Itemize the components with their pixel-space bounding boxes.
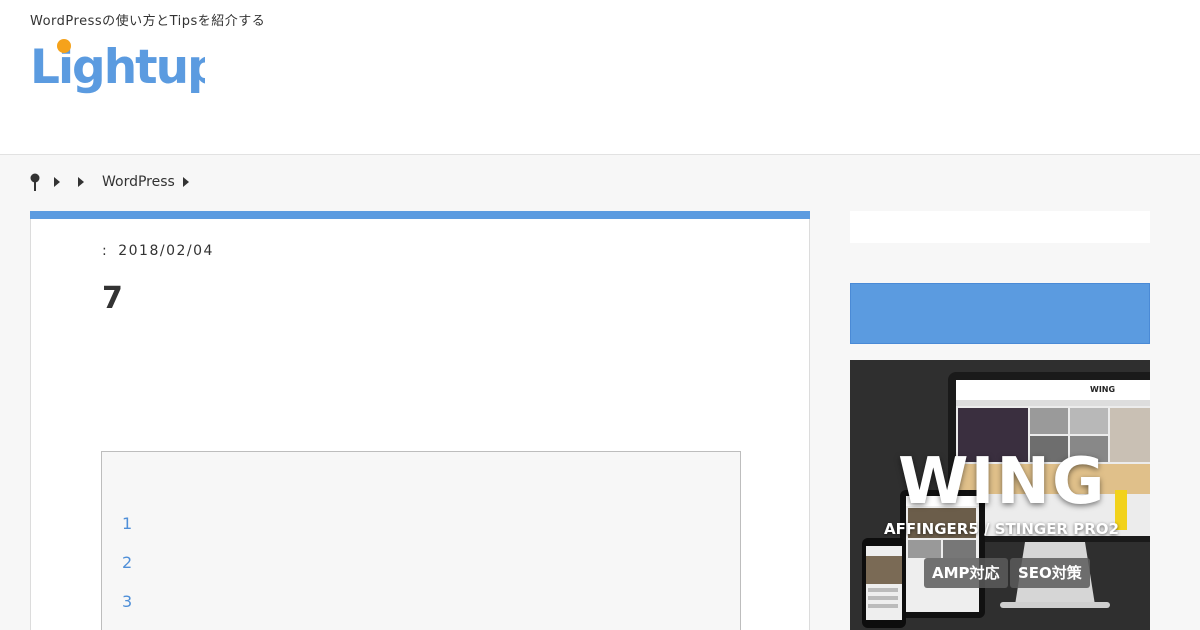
toc-item[interactable]: 1 (122, 514, 132, 533)
breadcrumb-item-wordpress[interactable]: WordPress (102, 174, 175, 190)
site-logo[interactable]: Lightup (30, 37, 205, 97)
chevron-right-icon (182, 177, 189, 187)
toc-item[interactable]: 2 (122, 553, 132, 572)
sidebar-widget-heading (850, 283, 1150, 344)
ad-title: WING (898, 445, 1107, 519)
sidebar-widget-blank (850, 211, 1150, 243)
ad-badge-seo: SEO対策 (1010, 558, 1090, 588)
post-date-value: 2018/02/04 (118, 243, 214, 259)
logo-dot (57, 39, 71, 53)
site-header: WordPressの使い方とTipsを紹介する Lightup (0, 0, 1200, 155)
card-accent-bar (30, 211, 810, 219)
logo-text: Lightup (30, 40, 205, 95)
site-tagline: WordPressの使い方とTipsを紹介する (30, 14, 266, 29)
post-date: : 2018/02/04 (102, 243, 214, 259)
post-date-label: : (102, 243, 109, 259)
home-pin-icon[interactable] (30, 173, 40, 191)
sidebar-ad-banner[interactable]: WING WING AFFINGER5 / STINGER PRO2 AMP対応… (850, 360, 1150, 630)
ad-screen-site-name: WING (1090, 385, 1115, 394)
breadcrumb: WordPress (30, 172, 207, 192)
table-of-contents: 1 2 3 (101, 451, 741, 630)
ad-subtitle: AFFINGER5 / STINGER PRO2 (884, 520, 1119, 538)
chevron-right-icon (54, 177, 60, 187)
ad-badge-amp: AMP対応 (924, 558, 1008, 588)
chevron-right-icon (78, 177, 84, 187)
article-card: : 2018/02/04 7 1 2 3 (30, 211, 810, 630)
post-title: 7 (102, 281, 123, 316)
toc-item[interactable]: 3 (122, 592, 132, 611)
